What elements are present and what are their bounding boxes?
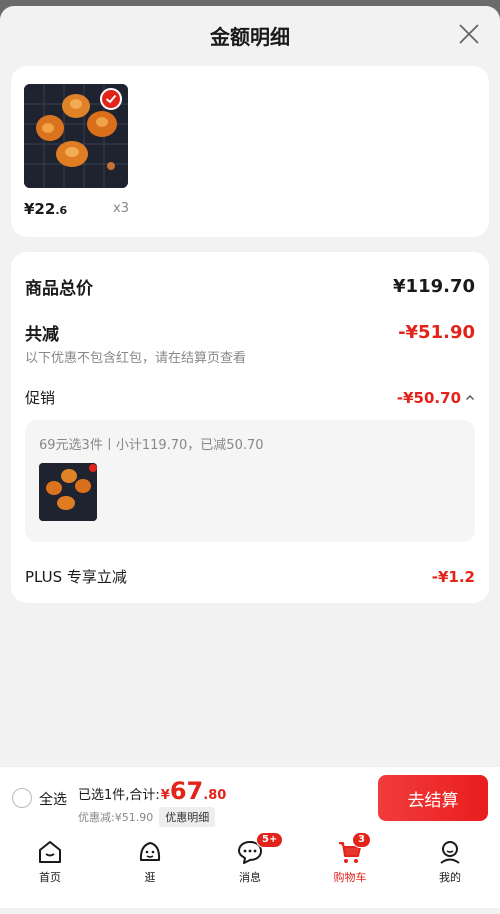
- sum-dec: .80: [203, 788, 227, 803]
- checkout-button[interactable]: 去结算: [378, 775, 488, 821]
- plus-label: PLUS 专享立减: [25, 568, 127, 586]
- chicken-thigh-thumb-image: [39, 463, 97, 521]
- promo-row[interactable]: 促销 -¥50.70: [25, 387, 475, 408]
- selected-check-badge: [100, 88, 122, 110]
- select-all-radio[interactable]: [12, 788, 32, 808]
- price-detail-card: 商品总价 ¥119.70 共减 -¥51.90 以下优惠不包含红包，请在结算页查…: [11, 252, 489, 603]
- discount-line: 优惠减:¥51.90 优惠明细: [78, 807, 216, 827]
- promo-detail-box: 69元选3件丨小计119.70，已减50.70: [25, 420, 475, 542]
- promo-value-text: -¥50.70: [396, 388, 461, 407]
- reduce-label: 共减: [25, 325, 59, 345]
- sum-yen: ¥: [160, 788, 170, 803]
- bottom-tab-bar: 首页 逛 5+ 消息 3 购物车 我的: [0, 830, 500, 908]
- sheet-title: 金额明细: [210, 24, 290, 49]
- tab-cart[interactable]: 3 购物车: [300, 830, 400, 908]
- browse-icon: [139, 842, 161, 861]
- sum-label: 已选1件,合计:: [78, 788, 160, 803]
- product-price-dec: .6: [55, 204, 68, 217]
- product-price: ¥22.6: [24, 200, 67, 218]
- check-icon: [105, 94, 117, 104]
- sum-int: 67: [169, 777, 204, 805]
- tab-profile[interactable]: 我的: [400, 830, 500, 908]
- product-quantity: x3: [113, 201, 129, 216]
- tab-home[interactable]: 首页: [0, 830, 100, 908]
- chevron-up-icon: [466, 394, 474, 400]
- tab-browse-label: 逛: [144, 871, 156, 884]
- reduce-value: -¥51.90: [398, 322, 475, 343]
- total-label: 商品总价: [25, 279, 93, 299]
- select-all-label[interactable]: 全选: [39, 789, 67, 809]
- promo-detail-text: 69元选3件丨小计119.70，已减50.70: [39, 438, 264, 453]
- discount-text: 优惠减:¥51.90: [78, 811, 154, 824]
- home-icon: [39, 841, 61, 863]
- plus-row: PLUS 专享立减 -¥1.2: [25, 566, 475, 587]
- checkout-bar: 全选 已选1件,合计: ¥ 67 .80 优惠减:¥51.90 优惠明细 去结算: [0, 766, 500, 830]
- discount-note: 以下优惠不包含红包，请在结算页查看: [25, 351, 247, 366]
- promo-label: 促销: [25, 389, 56, 407]
- promo-product-image[interactable]: [39, 463, 97, 521]
- close-icon: [459, 24, 479, 44]
- plus-value: -¥1.2: [431, 567, 475, 586]
- reduce-row: 共减 -¥51.90: [25, 320, 475, 345]
- close-button[interactable]: [458, 23, 480, 45]
- tab-browse[interactable]: 逛: [100, 830, 200, 908]
- tab-messages[interactable]: 5+ 消息: [200, 830, 300, 908]
- sum-line: 已选1件,合计: ¥ 67 .80: [78, 779, 226, 803]
- product-card: ¥22.6 x3: [11, 66, 489, 237]
- tab-home-label: 首页: [39, 871, 61, 884]
- discount-detail-button[interactable]: 优惠明细: [159, 807, 216, 827]
- sheet-header: 金额明细: [0, 6, 500, 64]
- total-row: 商品总价 ¥119.70: [25, 274, 475, 299]
- tab-messages-label: 消息: [239, 871, 261, 884]
- total-value: ¥119.70: [393, 276, 475, 297]
- product-price-int: ¥22: [24, 200, 56, 218]
- messages-badge: 5+: [256, 832, 284, 848]
- tab-profile-label: 我的: [439, 871, 461, 884]
- profile-icon: [440, 841, 460, 864]
- tab-cart-label: 购物车: [333, 871, 367, 884]
- cart-badge: 3: [352, 832, 371, 848]
- promo-value: -¥50.70: [397, 389, 475, 407]
